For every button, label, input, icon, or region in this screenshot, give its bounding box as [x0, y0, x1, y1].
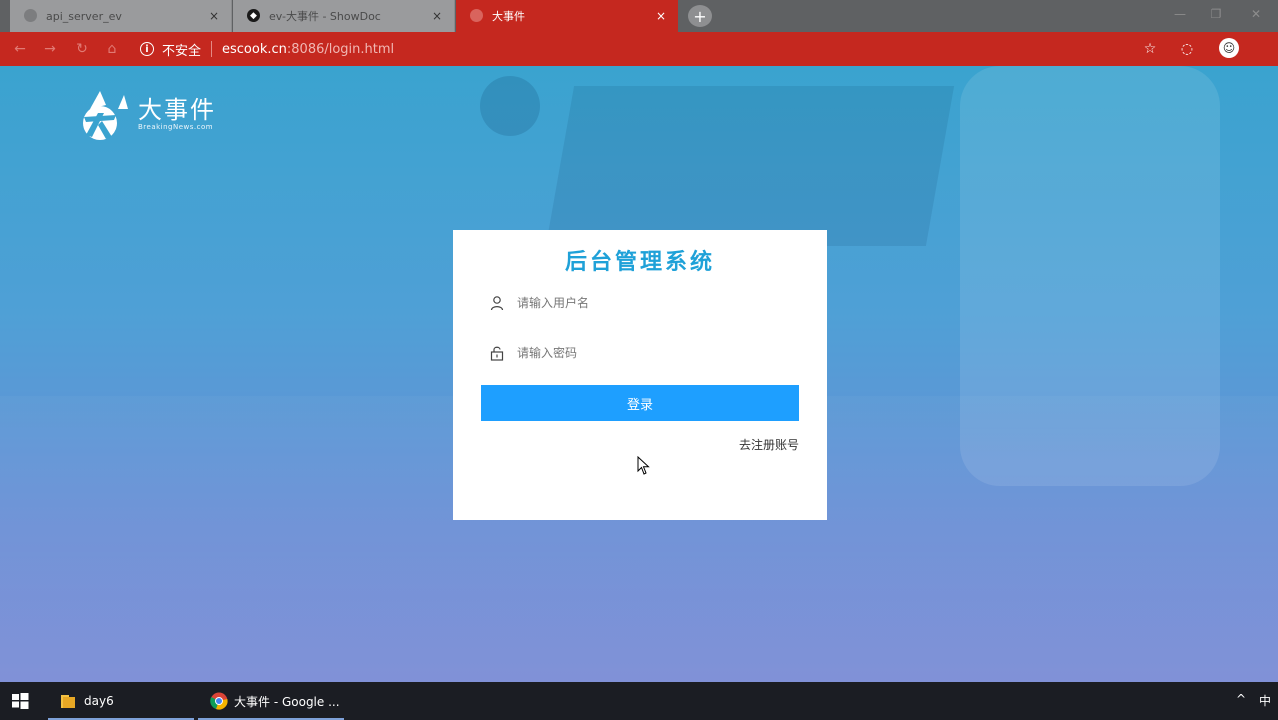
- close-icon[interactable]: ×: [430, 9, 444, 23]
- tab-label: api_server_ev: [46, 9, 122, 23]
- divider: [211, 41, 213, 57]
- tab-showdoc[interactable]: ◆ ev-大事件 - ShowDoc ×: [233, 0, 455, 32]
- username-field[interactable]: [481, 285, 799, 321]
- site-logo[interactable]: 大事件 BreakingNews.com: [78, 86, 216, 142]
- password-input[interactable]: [515, 345, 799, 361]
- tab-dashijian[interactable]: 大事件 ×: [456, 0, 678, 32]
- user-icon: [490, 296, 504, 311]
- forward-icon[interactable]: →: [40, 39, 60, 59]
- windows-start-icon[interactable]: [10, 691, 30, 711]
- register-link[interactable]: 去注册账号: [739, 436, 799, 453]
- globe-icon: [470, 9, 483, 22]
- password-field[interactable]: [481, 335, 799, 371]
- tab-strip: api_server_ev × ◆ ev-大事件 - ShowDoc × 大事件…: [0, 0, 1278, 32]
- lock-icon: [490, 346, 504, 361]
- info-icon[interactable]: i: [140, 42, 154, 56]
- tab-api-server[interactable]: api_server_ev ×: [10, 0, 232, 32]
- minimize-icon[interactable]: —: [1160, 0, 1200, 28]
- page-background: 大事件 BreakingNews.com 后台管理系统 登录 去注册账号: [0, 66, 1278, 682]
- reload-icon[interactable]: ↻: [72, 39, 92, 59]
- chrome-icon: [210, 692, 228, 710]
- tab-label: 大事件: [492, 10, 525, 23]
- star-icon[interactable]: ☆: [1140, 39, 1160, 59]
- browser-toolbar: ← → ↻ ⌂ i 不安全 escook.cn :8086/login.html…: [0, 32, 1278, 66]
- globe-icon: [24, 9, 37, 22]
- logo-mark-icon: [83, 91, 128, 140]
- taskbar-item-label: day6: [84, 694, 114, 708]
- background-decoration: [545, 86, 955, 246]
- extension-icon[interactable]: ◌: [1177, 39, 1197, 59]
- tab-label: ev-大事件 - ShowDoc: [269, 10, 381, 23]
- login-card: 后台管理系统 登录 去注册账号: [453, 230, 827, 520]
- taskbar: day6 大事件 - Google ... ^ 中: [0, 682, 1278, 720]
- url-path: :8086/login.html: [286, 41, 395, 57]
- window-close-icon[interactable]: ✕: [1236, 0, 1276, 28]
- close-icon[interactable]: ×: [207, 9, 221, 23]
- close-icon[interactable]: ×: [654, 9, 668, 23]
- security-status[interactable]: 不安全: [162, 40, 201, 59]
- logo-title: 大事件: [138, 96, 216, 124]
- new-tab-button[interactable]: +: [688, 5, 712, 27]
- back-icon[interactable]: ←: [10, 39, 30, 59]
- mouse-cursor-icon: [637, 456, 650, 475]
- login-button[interactable]: 登录: [481, 385, 799, 421]
- login-title: 后台管理系统: [564, 249, 715, 275]
- folder-icon: [61, 695, 75, 708]
- home-icon[interactable]: ⌂: [102, 39, 122, 59]
- taskbar-item-day6[interactable]: day6: [48, 682, 194, 720]
- restore-icon[interactable]: ❐: [1196, 0, 1236, 28]
- showdoc-icon: ◆: [247, 9, 260, 22]
- address-bar[interactable]: i 不安全 escook.cn :8086/login.html: [132, 36, 1172, 62]
- url-host: escook.cn: [222, 41, 287, 57]
- profile-avatar-icon[interactable]: ☺: [1219, 38, 1239, 58]
- taskbar-item-label: 大事件 - Google ...: [234, 694, 340, 709]
- taskbar-item-chrome[interactable]: 大事件 - Google ...: [198, 682, 344, 720]
- username-input[interactable]: [515, 295, 799, 311]
- logo-subtitle: BreakingNews.com: [138, 123, 214, 131]
- ime-indicator[interactable]: 中: [1259, 692, 1271, 709]
- tray-chevron-icon[interactable]: ^: [1236, 692, 1246, 706]
- background-decoration: [480, 76, 540, 136]
